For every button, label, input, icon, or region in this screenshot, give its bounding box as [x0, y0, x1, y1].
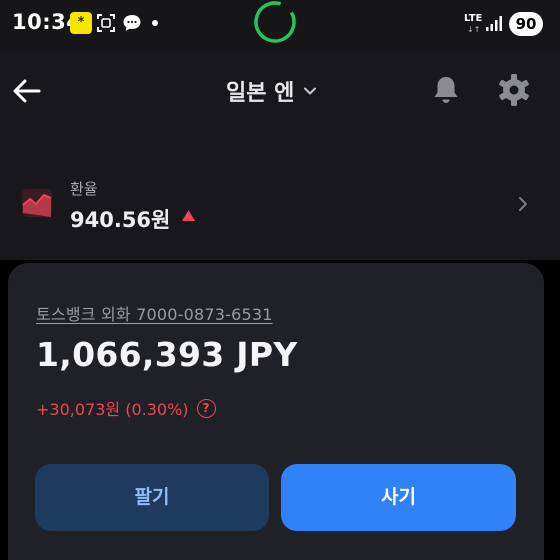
profit-change: +30,073원 (0.30%) — [36, 400, 189, 419]
page-title: 일본 엔 — [226, 81, 295, 106]
battery-icon: 90 — [509, 12, 543, 36]
exchange-rate-row[interactable]: 환율 940.56원 — [0, 140, 560, 260]
help-icon[interactable]: ? — [196, 398, 216, 418]
kakao-icon: * — [70, 12, 92, 34]
exchange-rate-label: 환율 — [70, 180, 98, 198]
dot-icon — [152, 20, 158, 26]
network-type: LTE — [464, 13, 483, 24]
gear-icon[interactable] — [496, 72, 532, 108]
sell-button[interactable]: 팔기 — [35, 464, 269, 531]
app-header: 일본 엔 — [0, 50, 560, 140]
buy-button[interactable]: 사기 — [281, 464, 516, 531]
chat-icon — [123, 15, 141, 31]
scan-icon — [97, 14, 115, 32]
network-arrows: ↓↑ — [467, 25, 481, 34]
chevron-down-icon — [304, 87, 317, 95]
back-arrow-icon[interactable] — [10, 74, 44, 108]
currency-selector[interactable]: 일본 엔 — [226, 74, 318, 108]
chevron-right-icon — [519, 197, 527, 211]
account-balance: 1,066,393 JPY — [36, 335, 298, 374]
profit-row: +30,073원 (0.30%) ? — [36, 396, 216, 420]
progress-ring-icon — [254, 1, 296, 43]
bell-icon[interactable] — [430, 74, 462, 106]
chart-up-icon — [22, 189, 52, 217]
status-bar: 10:34 * LTE ↓↑ 90 — [0, 0, 560, 50]
account-card: 토스뱅크 외화 7000-0873-6531 1,066,393 JPY +30… — [8, 263, 544, 560]
signal-icon — [486, 16, 502, 31]
triangle-up-icon — [182, 210, 195, 221]
account-name-link[interactable]: 토스뱅크 외화 7000-0873-6531 — [36, 301, 273, 325]
exchange-rate-value: 940.56원 — [70, 208, 171, 232]
